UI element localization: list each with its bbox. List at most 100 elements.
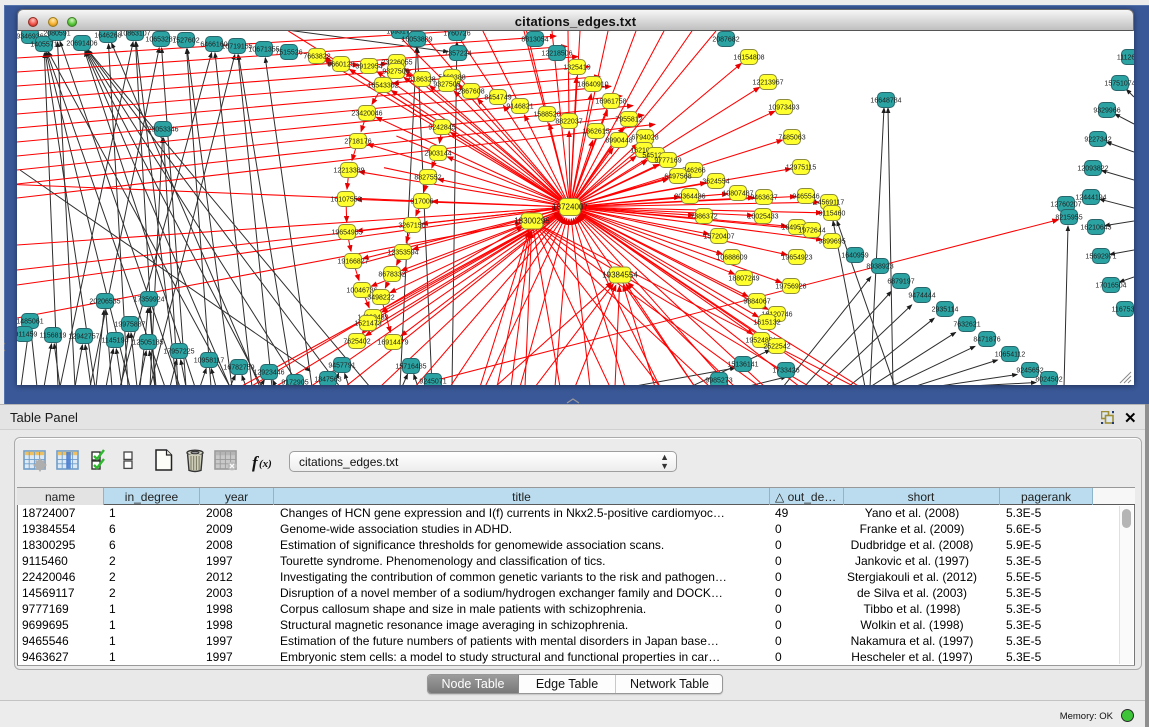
svg-text:16543362: 16543362 <box>367 83 398 90</box>
svg-text:9777169: 9777169 <box>654 158 681 165</box>
svg-text:1972644: 1972644 <box>798 228 825 235</box>
svg-text:1588520: 1588520 <box>533 112 560 119</box>
svg-text:12760207: 12760207 <box>1050 202 1081 209</box>
svg-text:8471876: 8471876 <box>973 337 1000 344</box>
svg-text:6879197: 6879197 <box>887 279 914 286</box>
svg-text:10654112: 10654112 <box>995 352 1026 359</box>
svg-text:(x): (x) <box>259 458 272 470</box>
svg-text:3624554: 3624554 <box>702 179 729 186</box>
svg-text:12093822: 12093822 <box>1077 166 1108 173</box>
svg-text:10973493: 10973493 <box>768 105 799 112</box>
svg-text:6497568: 6497568 <box>664 174 691 181</box>
svg-text:9245071: 9245071 <box>419 379 446 386</box>
svg-text:12444194: 12444194 <box>1075 195 1106 202</box>
svg-text:1760726: 1760726 <box>443 31 470 38</box>
svg-text:18724007: 18724007 <box>552 203 588 212</box>
svg-text:8215955: 8215955 <box>1055 215 1082 222</box>
svg-text:9985273: 9985273 <box>705 378 732 385</box>
svg-text:7955812: 7955812 <box>615 117 642 124</box>
svg-text:15720407: 15720407 <box>703 234 734 241</box>
svg-text:16107553: 16107553 <box>330 197 361 204</box>
svg-text:7485063: 7485063 <box>778 135 805 142</box>
svg-text:9115460: 9115460 <box>819 211 846 218</box>
svg-text:1167533: 1167533 <box>1112 307 1134 314</box>
svg-text:1112603: 1112603 <box>1117 55 1134 62</box>
svg-text:1640959: 1640959 <box>841 253 868 260</box>
svg-text:19756928: 19756928 <box>775 284 806 291</box>
svg-text:9245652: 9245652 <box>1016 368 1043 375</box>
svg-text:23420046: 23420046 <box>351 111 382 118</box>
svg-text:1325419: 1325419 <box>563 65 590 72</box>
svg-text:7632621: 7632621 <box>953 322 980 329</box>
svg-text:9227342: 9227342 <box>1084 137 1111 144</box>
svg-text:3912954: 3912954 <box>355 64 382 71</box>
svg-text:3267150: 3267150 <box>398 223 425 230</box>
svg-text:9327506: 9327506 <box>382 69 409 76</box>
svg-text:9242845: 9242845 <box>428 125 455 132</box>
svg-text:10025433: 10025433 <box>747 214 778 221</box>
svg-text:2903144: 2903144 <box>424 151 451 158</box>
svg-text:10688609: 10688609 <box>716 255 747 262</box>
svg-text:1521473: 1521473 <box>354 321 381 328</box>
svg-text:16154808: 16154808 <box>733 55 764 62</box>
svg-text:2087682: 2087682 <box>712 37 739 44</box>
svg-text:19654955: 19654955 <box>331 230 362 237</box>
svg-text:9329966: 9329966 <box>1093 108 1120 115</box>
svg-text:15136141: 15136141 <box>727 362 758 369</box>
svg-text:8990448: 8990448 <box>605 138 632 145</box>
svg-text:9146821: 9146821 <box>506 104 533 111</box>
svg-text:18807249: 18807249 <box>728 276 759 283</box>
svg-text:15716485: 15716485 <box>395 364 426 371</box>
svg-text:16053809: 16053809 <box>401 37 432 44</box>
svg-text:7625402: 7625402 <box>343 339 370 346</box>
svg-text:16914479: 16914479 <box>377 340 408 347</box>
svg-text:917006: 917006 <box>410 199 433 206</box>
svg-text:16210643: 16210643 <box>1080 225 1111 232</box>
svg-text:1733426: 1733426 <box>772 368 799 375</box>
svg-text:2718176: 2718176 <box>344 139 371 146</box>
svg-text:2522542: 2522542 <box>763 344 790 351</box>
svg-text:12353594: 12353594 <box>387 250 418 257</box>
svg-text:7386372: 7386372 <box>690 214 717 221</box>
svg-text:9327505: 9327505 <box>433 82 460 89</box>
svg-text:17016504: 17016504 <box>1095 283 1126 290</box>
svg-text:2935114: 2935114 <box>932 307 959 314</box>
svg-text:7357224: 7357224 <box>444 51 471 58</box>
svg-text:8813054: 8813054 <box>521 37 548 44</box>
svg-text:2867608: 2867608 <box>457 89 484 96</box>
svg-text:8938923: 8938923 <box>866 264 893 271</box>
svg-text:6794028: 6794028 <box>631 135 658 142</box>
svg-text:9884067: 9884067 <box>743 299 770 306</box>
svg-text:19166827: 19166827 <box>337 259 368 266</box>
svg-text:12218506: 12218506 <box>541 51 572 58</box>
svg-text:15692971: 15692971 <box>1085 254 1116 261</box>
svg-text:8678332: 8678332 <box>378 272 405 279</box>
svg-text:19384554: 19384554 <box>602 271 638 280</box>
svg-text:1615132: 1615132 <box>753 320 780 327</box>
svg-text:3498222: 3498222 <box>367 295 394 302</box>
svg-text:12213389: 12213389 <box>333 168 364 175</box>
svg-text:8024502: 8024502 <box>1035 377 1062 384</box>
svg-text:12975115: 12975115 <box>786 165 817 172</box>
svg-text:10807487: 10807487 <box>722 191 753 198</box>
svg-text:1362615: 1362615 <box>582 129 609 136</box>
svg-text:9899695: 9899695 <box>818 239 845 246</box>
svg-text:20364436: 20364436 <box>674 194 705 201</box>
svg-text:9457791: 9457791 <box>328 363 355 370</box>
svg-text:12213967: 12213967 <box>752 80 783 87</box>
svg-text:1847563: 1847563 <box>314 377 341 384</box>
svg-text:9463627: 9463627 <box>750 195 777 202</box>
svg-text:18640910: 18640910 <box>577 82 608 89</box>
svg-text:18300295: 18300295 <box>514 217 550 226</box>
svg-text:8454749: 8454749 <box>484 95 511 102</box>
svg-text:8660125: 8660125 <box>327 62 354 69</box>
svg-text:8822037: 8822037 <box>555 119 582 126</box>
svg-text:8186328: 8186328 <box>408 77 435 84</box>
svg-text:9474444: 9474444 <box>908 293 935 300</box>
svg-text:16961758: 16961758 <box>595 99 626 106</box>
svg-text:15751074: 15751074 <box>1104 81 1134 88</box>
svg-text:7663822: 7663822 <box>303 54 330 61</box>
svg-text:16648784: 16648784 <box>870 98 901 105</box>
svg-text:8827552: 8827552 <box>414 175 441 182</box>
svg-text:19654923: 19654923 <box>781 255 812 262</box>
